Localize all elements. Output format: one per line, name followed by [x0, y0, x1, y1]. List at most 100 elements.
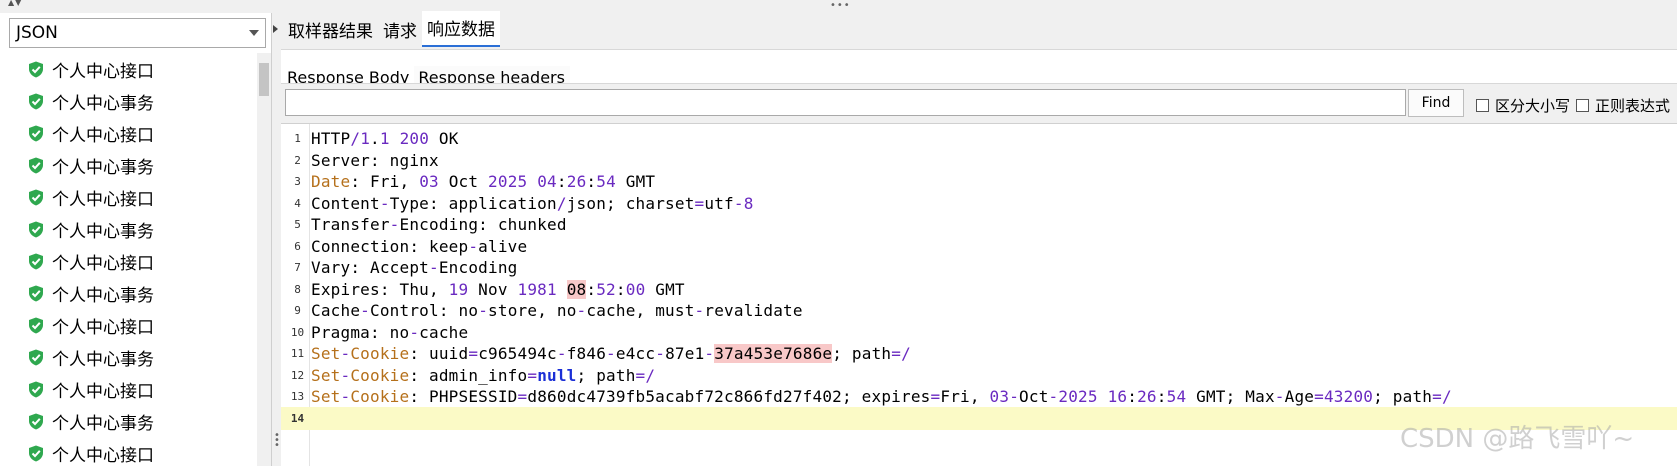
tree-item-label: 个人中心事务 — [52, 285, 154, 306]
code-line[interactable]: 7 Vary: Accept-Encoding — [281, 256, 1677, 279]
tree-scrollbar[interactable] — [257, 53, 271, 466]
tree-item[interactable]: 个人中心接口 — [0, 117, 257, 149]
line-number: 8 — [294, 282, 301, 296]
success-shield-icon — [29, 349, 43, 365]
regex-label: 正则表达式 — [1595, 97, 1671, 115]
response-headers-editor[interactable]: 1 HTTP/1.1 200 OK 2 Server: nginx 3 Date: Fri… — [281, 123, 1677, 466]
chevron-down-icon[interactable] — [249, 30, 259, 36]
line-number: 14 — [290, 411, 305, 425]
code-text: Date: Fri, 03 Oct 2025 04:26:54 GMT — [311, 172, 656, 191]
code-text: Set-Cookie: admin_info=null; path=/ — [311, 365, 656, 385]
tree-item-label: 个人中心事务 — [52, 157, 154, 178]
tree-item[interactable]: 个人中心接口 — [0, 309, 257, 341]
success-shield-icon — [29, 125, 43, 141]
watermark: CSDN @路飞雪吖~ — [1400, 424, 1635, 454]
format-select[interactable]: JSON — [9, 18, 266, 48]
tree-item-label: 个人中心事务 — [52, 349, 154, 370]
line-number: 3 — [294, 175, 301, 188]
line-number: 9 — [294, 304, 301, 317]
tree-item-label: 个人中心接口 — [52, 253, 154, 274]
tree-item[interactable]: 个人中心事务 — [0, 85, 257, 117]
tree-item[interactable]: 个人中心接口 — [0, 373, 257, 405]
success-shield-icon — [29, 157, 43, 173]
code-line[interactable]: 6 Connection: keep-alive — [281, 235, 1677, 258]
code-line[interactable]: 13 Set-Cookie: PHPSESSID=d860dc4739fb5aca… — [281, 385, 1677, 408]
code-line[interactable]: 8 Expires: Thu, 19 Nov 1981 08:52:00 GMT — [281, 278, 1677, 301]
tree-item[interactable]: 个人中心事务 — [0, 213, 257, 245]
code-line[interactable]: 4 Content-Type: application/json; charset… — [281, 192, 1677, 215]
code-text: Vary: Accept-Encoding — [311, 258, 518, 277]
code-text: Set-Cookie: uuid=c965494c-f846-e4cc-87e1… — [311, 344, 911, 363]
app-window: ▲▼ ••• JSON 个人中心接口 个人中心事务 个人中心接口 个人中心事务 个人中心… — [0, 0, 1677, 466]
code-text: Transfer-Encoding: chunked — [311, 215, 567, 234]
code-line[interactable]: 5 Transfer-Encoding: chunked — [281, 213, 1677, 236]
code-line[interactable]: 2 Server: nginx — [281, 149, 1677, 172]
tree-item[interactable]: 个人中心事务 — [0, 405, 257, 437]
tab-main[interactable]: 请求 — [378, 13, 422, 47]
tree-item[interactable]: 个人中心接口 — [0, 181, 257, 213]
code-line[interactable]: 10 Pragma: no-cache — [281, 321, 1677, 344]
result-tree: 个人中心接口 个人中心事务 个人中心接口 个人中心事务 个人中心接口 个人中心事务 个人中心… — [0, 53, 257, 466]
find-button[interactable]: Find — [1408, 89, 1464, 117]
line-number: 11 — [290, 347, 305, 360]
tree-item-label: 个人中心接口 — [52, 317, 154, 338]
code-line[interactable]: 9 Cache-Control: no-store, no-cache, must… — [281, 299, 1677, 322]
case-sensitive-checkbox[interactable]: 区分大小写 — [1476, 95, 1570, 116]
success-shield-icon — [29, 445, 43, 461]
tree-item[interactable]: 个人中心接口 — [0, 53, 257, 85]
code-text: Pragma: no-cache — [311, 322, 469, 342]
panel-splitter[interactable]: • • • — [273, 13, 281, 466]
line-number: 6 — [294, 239, 301, 253]
tree-item[interactable]: 个人中心事务 — [0, 341, 257, 373]
tab-main[interactable]: 响应数据 — [422, 11, 500, 47]
tree-item-label: 个人中心接口 — [52, 125, 154, 146]
tree-item-label: 个人中心事务 — [52, 221, 154, 242]
checkbox-box[interactable] — [1576, 99, 1589, 112]
expand-collapse-arrows-icon[interactable]: ▲▼ — [8, 0, 22, 7]
main-tabs: 取样器结果 请求 响应数据 — [283, 11, 500, 47]
code-text: Set-Cookie: PHPSESSID=d860dc4739fb5acabf… — [311, 387, 1452, 406]
line-number: 10 — [290, 325, 305, 339]
code-text: Cache-Control: no-store, no-cache, must-… — [311, 301, 803, 320]
response-panel: 取样器结果 请求 响应数据 Response Body Response header… — [281, 11, 1677, 466]
tree-item[interactable]: 个人中心接口 — [0, 437, 257, 466]
line-number: 5 — [294, 218, 301, 231]
success-shield-icon — [29, 413, 43, 429]
tree-item-label: 个人中心接口 — [52, 189, 154, 210]
line-number: 12 — [290, 368, 305, 382]
tree-item-label: 个人中心事务 — [52, 93, 154, 114]
line-number: 13 — [290, 390, 305, 403]
success-shield-icon — [29, 285, 43, 301]
line-number: 2 — [294, 153, 301, 167]
tree-item[interactable]: 个人中心接口 — [0, 245, 257, 277]
code-line[interactable]: 1 HTTP/1.1 200 OK — [281, 127, 1677, 150]
code-line[interactable]: 11 Set-Cookie: uuid=c965494c-f846-e4cc-87… — [281, 342, 1677, 365]
collapse-arrow-icon[interactable] — [273, 25, 278, 33]
tree-item-label: 个人中心事务 — [52, 413, 154, 434]
scrollbar-thumb[interactable] — [259, 63, 269, 96]
code-text: Expires: Thu, 19 Nov 1981 08:52:00 GMT — [311, 279, 685, 299]
code-text: Content-Type: application/json; charset=… — [311, 193, 754, 213]
tab-main[interactable]: 取样器结果 — [283, 13, 378, 47]
result-tree-panel: JSON 个人中心接口 个人中心事务 个人中心接口 个人中心事务 个人中心接口 个人中心事… — [0, 13, 272, 466]
drag-grip-icon[interactable]: ••• — [830, 1, 851, 11]
line-number: 1 — [294, 132, 301, 145]
search-input[interactable] — [285, 89, 1406, 116]
tree-item-label: 个人中心接口 — [52, 445, 154, 466]
tree-item-label: 个人中心接口 — [52, 381, 154, 402]
code-line[interactable]: 12 Set-Cookie: admin_info=null; path=/ — [281, 364, 1677, 387]
top-resize-strip[interactable]: ▲▼ ••• — [0, 0, 1677, 13]
tree-item[interactable]: 个人中心事务 — [0, 277, 257, 309]
line-number: 7 — [294, 261, 301, 274]
tree-item[interactable]: 个人中心事务 — [0, 149, 257, 181]
search-bar: Find 区分大小写 正则表达式 — [281, 83, 1677, 123]
checkbox-box[interactable] — [1476, 99, 1489, 112]
format-select-value: JSON — [16, 23, 58, 43]
code-line[interactable]: 3 Date: Fri, 03 Oct 2025 04:26:54 GMT — [281, 170, 1677, 193]
splitter-grip-icon[interactable]: • • • — [274, 431, 280, 451]
success-shield-icon — [29, 61, 43, 77]
success-shield-icon — [29, 381, 43, 397]
success-shield-icon — [29, 317, 43, 333]
tree-item-label: 个人中心接口 — [52, 61, 154, 82]
regex-checkbox[interactable]: 正则表达式 — [1576, 95, 1670, 116]
